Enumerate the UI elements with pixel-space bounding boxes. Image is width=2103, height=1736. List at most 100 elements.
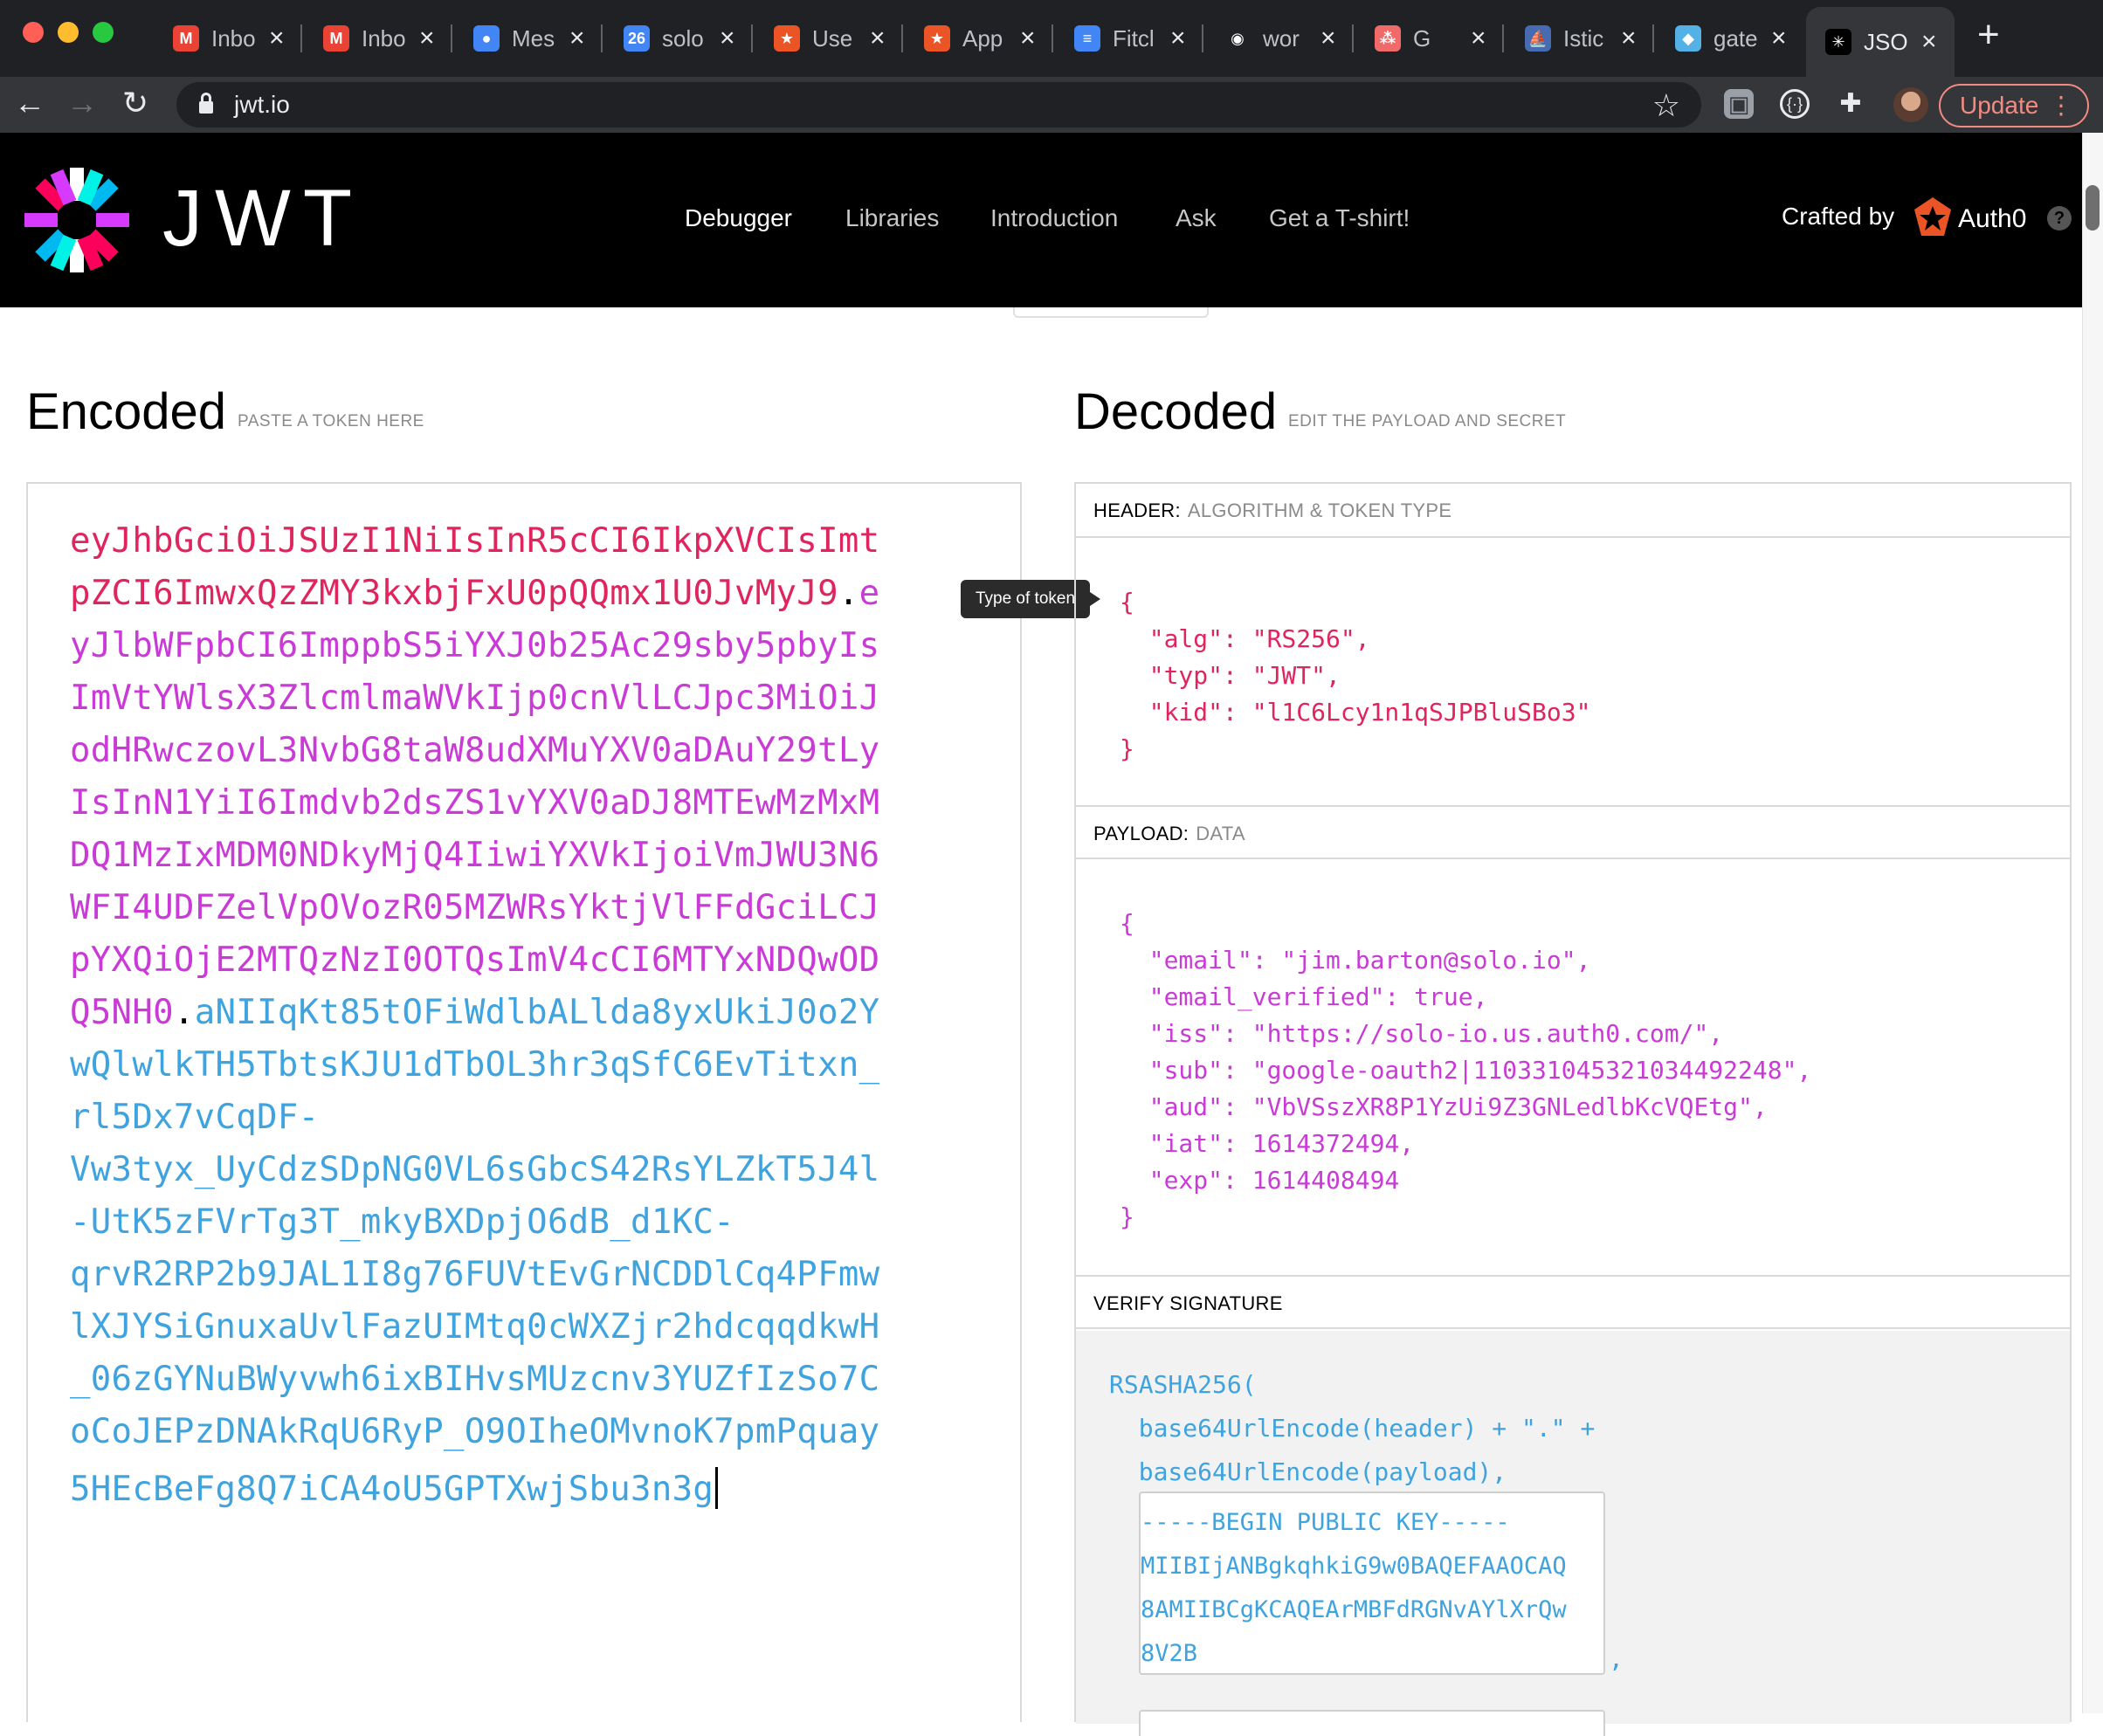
- gmail-icon: M: [173, 25, 199, 52]
- close-tab-icon[interactable]: ×: [1921, 29, 1937, 55]
- payload-json-line: }: [1120, 1202, 1134, 1231]
- token-payload-segment: e: [858, 574, 880, 613]
- payload-json-line: "iss": "https://solo-io.us.auth0.com/",: [1120, 1019, 1724, 1048]
- browser-toolbar: ← → ↻ jwt.io ☆ ▣ {·} ✚ Update ⋮: [0, 77, 2103, 133]
- browser-tab[interactable]: M Inbo ×: [304, 12, 452, 65]
- browser-tab[interactable]: ✳ JSO ×: [1806, 7, 1955, 77]
- verify-signature-body: RSASHA256( base64UrlEncode(header) + "."…: [1076, 1331, 2070, 1736]
- browser-tab[interactable]: ⁂ G ×: [1355, 12, 1504, 65]
- tab-title: Use: [812, 24, 853, 52]
- close-tab-icon[interactable]: ×: [1320, 25, 1336, 52]
- nav-debugger[interactable]: Debugger: [685, 204, 792, 232]
- private-key-input[interactable]: [1139, 1710, 1605, 1736]
- scrollbar-thumb[interactable]: [2086, 185, 2100, 231]
- tab-title: App: [962, 24, 1003, 52]
- address-bar[interactable]: jwt.io ☆: [176, 82, 1701, 127]
- token-line: odHRwczovL3NvbG8taW8udXMuYXV0aDAuY29tLy: [70, 734, 879, 768]
- token-line: Q5NH0.aNIIqKt85tOFiWdlbALlda8yxUkiJ0o2Y: [70, 995, 879, 1030]
- payload-json-line: {: [1120, 909, 1134, 938]
- token-line: WFI4UDFZelVpOVozR05MZWRsYktjVlFFdGciLCJ: [70, 891, 879, 925]
- url-text[interactable]: jwt.io: [234, 91, 290, 119]
- browser-tab[interactable]: ◉ wor ×: [1205, 12, 1354, 65]
- encoded-subtitle: PASTE A TOKEN HERE: [238, 412, 424, 431]
- public-key-input[interactable]: -----BEGIN PUBLIC KEY----- MIIBIjANBgkqhk…: [1139, 1491, 1605, 1675]
- close-tab-icon[interactable]: ×: [720, 25, 735, 52]
- nav-ask[interactable]: Ask: [1176, 204, 1217, 232]
- header-json-line: "alg": "RS256",: [1120, 624, 1370, 653]
- payload-label: PAYLOAD:: [1093, 823, 1189, 844]
- extension-icon[interactable]: ▣: [1724, 89, 1754, 119]
- close-tab-icon[interactable]: ×: [1621, 25, 1637, 52]
- help-icon[interactable]: ?: [2047, 206, 2072, 231]
- token-line: Vw3tyx_UyCdzSDpNG0VL6sGbcS42RsYLZkT5J4l: [70, 1153, 879, 1187]
- browser-tab[interactable]: ◆ gate ×: [1656, 12, 1804, 65]
- auth0-label[interactable]: Auth0: [1958, 204, 2026, 234]
- token-line: wQlwlkTH5TbtsKJU1dTbOL3hr3qSfC6EvTitxn_: [70, 1048, 879, 1082]
- payload-json-line: "sub": "google-oauth2|110331045321034492…: [1120, 1056, 1812, 1085]
- auth0-logo-icon[interactable]: [1913, 196, 1953, 239]
- puzzle-icon[interactable]: ✚: [1836, 89, 1865, 119]
- header-json-line: "typ": "JWT",: [1120, 661, 1341, 690]
- verify-section-heading: VERIFY SIGNATURE: [1076, 1275, 2070, 1329]
- tab-separator: [1202, 24, 1203, 52]
- browser-tab[interactable]: 26 solo ×: [604, 12, 753, 65]
- docs-icon: ≡: [1074, 25, 1100, 52]
- payload-json-line: "aud": "VbVSszXR8P1YzUi9Z3GNLedlbKcVQEtg…: [1120, 1092, 1768, 1121]
- token-signature-segment: _06zGYNuBWyvwh6ixBIHvsMUzcnv3YUZfIzSo7C: [70, 1360, 880, 1399]
- payload-json-line: "email": "jim.barton@solo.io",: [1120, 946, 1591, 975]
- tab-separator: [451, 24, 452, 52]
- verify-label: VERIFY SIGNATURE: [1093, 1292, 1283, 1314]
- calendar-icon: 26: [624, 25, 650, 52]
- verify-code-line: RSASHA256(: [1109, 1370, 1257, 1399]
- forward-arrow-icon[interactable]: →: [66, 87, 98, 119]
- close-window-button[interactable]: [23, 22, 44, 43]
- close-tab-icon[interactable]: ×: [1771, 25, 1787, 52]
- nav-libraries[interactable]: Libraries: [845, 204, 939, 232]
- token-signature-segment: aNIIqKt85tOFiWdlbALlda8yxUkiJ0o2Y: [194, 993, 880, 1032]
- close-tab-icon[interactable]: ×: [419, 25, 435, 52]
- close-tab-icon[interactable]: ×: [569, 25, 585, 52]
- bookmark-star-icon[interactable]: ☆: [1652, 87, 1680, 124]
- browser-tab[interactable]: ≡ Fitcl ×: [1055, 12, 1203, 65]
- encoded-token-textarea[interactable]: eyJhbGciOiJSUzI1NiIsInR5cCI6IkpXVCIsImt p…: [26, 482, 1022, 1722]
- token-payload-segment: pYXQiOjE2MTQzNzI0OTQsImV4cCI6MTYxNDQwOD: [70, 940, 880, 980]
- back-arrow-icon[interactable]: ←: [14, 87, 45, 119]
- token-line: pYXQiOjE2MTQzNzI0OTQsImV4cCI6MTYxNDQwOD: [70, 943, 879, 977]
- browser-tab[interactable]: M Inbo ×: [154, 12, 302, 65]
- tab-title: G: [1413, 24, 1431, 52]
- browser-tab[interactable]: ● Mes ×: [454, 12, 603, 65]
- scrollbar-track[interactable]: [2082, 133, 2103, 1713]
- browser-tab[interactable]: ★ App ×: [905, 12, 1053, 65]
- reload-icon[interactable]: ↻: [122, 87, 148, 119]
- token-line: ImVtYWlsX3ZlcmlmaWVkIjp0cnVlLCJpc3MiOiJ: [70, 681, 879, 715]
- close-tab-icon[interactable]: ×: [1170, 25, 1186, 52]
- jwt-logo-icon[interactable]: [23, 166, 131, 274]
- token-line: qrvR2RP2b9JAL1I8g76FUVtEvGrNCDDlCq4PFmw: [70, 1257, 879, 1292]
- new-tab-button[interactable]: +: [1977, 16, 2000, 54]
- token-line: DQ1MzIxMDM0NDkyMjQ4IiwiYXVkIjoiVmJWU3N6: [70, 838, 879, 872]
- extension-icon[interactable]: {·}: [1780, 89, 1810, 119]
- tab-title: Inbo: [211, 24, 256, 52]
- tab-title: Istic: [1563, 24, 1604, 52]
- browser-tab[interactable]: ★ Use ×: [755, 12, 903, 65]
- gloo-icon: ◆: [1675, 25, 1701, 52]
- profile-avatar[interactable]: [1893, 87, 1928, 122]
- browser-tab[interactable]: ⛵ Istic ×: [1506, 12, 1654, 65]
- close-tab-icon[interactable]: ×: [870, 25, 886, 52]
- close-tab-icon[interactable]: ×: [269, 25, 285, 52]
- nav-tshirt[interactable]: Get a T-shirt!: [1269, 204, 1410, 232]
- token-line: eyJhbGciOiJSUzI1NiIsInR5cCI6IkpXVCIsImt: [70, 524, 879, 558]
- update-button[interactable]: Update ⋮: [1939, 84, 2089, 127]
- text-caret: [715, 1467, 719, 1509]
- token-payload-segment: IsInN1YiI6Imdvb2dsZS1vYXV0aDJ8MTEwMzMxM: [70, 783, 880, 823]
- nav-introduction[interactable]: Introduction: [990, 204, 1118, 232]
- close-tab-icon[interactable]: ×: [1020, 25, 1036, 52]
- maximize-window-button[interactable]: [93, 22, 114, 43]
- brand-wordmark[interactable]: JWT: [162, 178, 364, 258]
- tab-separator: [751, 24, 753, 52]
- token-signature-segment: qrvR2RP2b9JAL1I8g76FUVtEvGrNCDDlCq4PFmw: [70, 1255, 880, 1294]
- minimize-window-button[interactable]: [58, 22, 79, 43]
- token-payload-segment: ImVtYWlsX3ZlcmlmaWVkIjp0cnVlLCJpc3MiOiJ: [70, 679, 880, 718]
- encoded-title: Encoded: [26, 383, 226, 440]
- close-tab-icon[interactable]: ×: [1471, 25, 1486, 52]
